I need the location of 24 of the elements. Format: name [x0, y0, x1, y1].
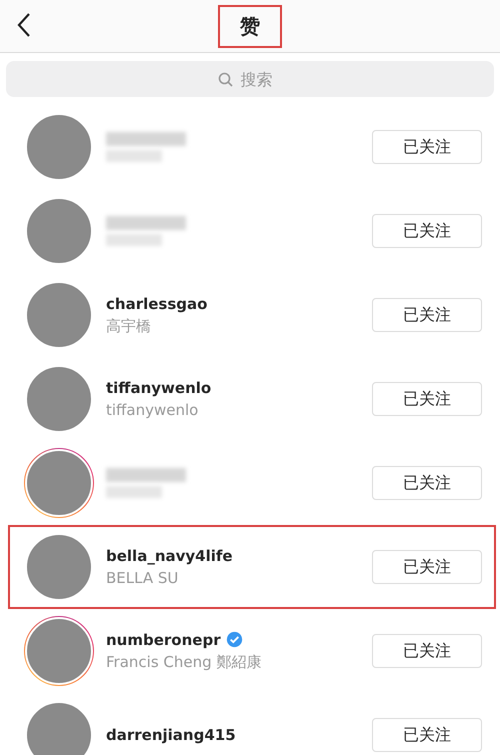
following-button[interactable]: 已关注	[372, 382, 482, 416]
full-name: BELLA SU	[106, 569, 180, 587]
full-name: tiffanywenlo	[106, 401, 200, 419]
username[interactable]: charlessgao	[106, 294, 208, 312]
blurred-name	[106, 150, 162, 162]
full-name: 高宇橋	[106, 316, 152, 336]
search-icon	[218, 72, 232, 86]
username[interactable]: bella_navy4life	[106, 547, 233, 565]
following-button[interactable]: 已关注	[372, 718, 482, 752]
following-button[interactable]: 已关注	[372, 634, 482, 668]
username[interactable]: tiffanywenlo	[106, 379, 212, 397]
following-button[interactable]: 已关注	[372, 466, 482, 500]
full-name: Francis Cheng 鄭紹康	[106, 652, 262, 672]
following-button[interactable]: 已关注	[372, 550, 482, 584]
following-button[interactable]: 已关注	[372, 130, 482, 164]
search-field[interactable]: 搜索	[238, 68, 282, 90]
blurred-name	[106, 486, 162, 498]
following-button[interactable]: 已关注	[372, 298, 482, 332]
blurred-name	[106, 234, 162, 246]
back-icon[interactable]	[17, 12, 31, 38]
username[interactable]: darrenjiang415	[106, 726, 236, 744]
following-button[interactable]: 已关注	[372, 214, 482, 248]
page-title: 赞	[218, 4, 282, 48]
username[interactable]: numberonepr	[106, 630, 221, 648]
